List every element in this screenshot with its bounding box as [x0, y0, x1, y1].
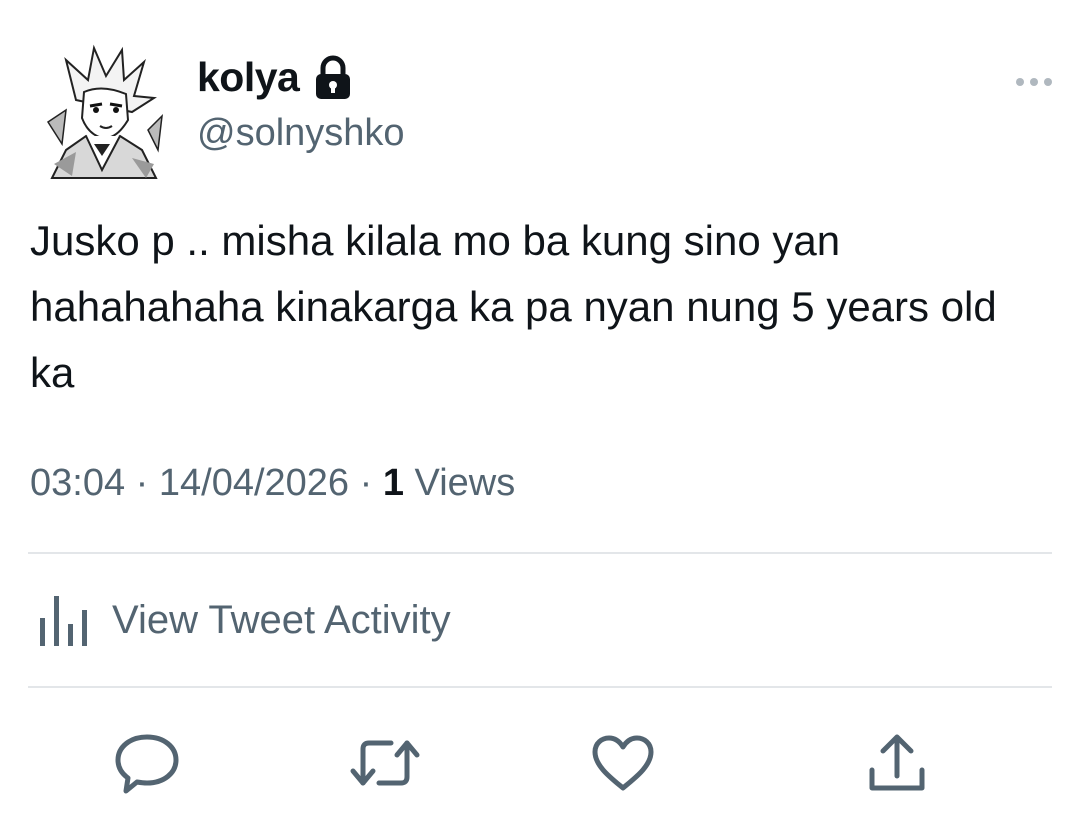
lock-icon: [313, 55, 353, 101]
avatar-illustration: [36, 40, 170, 180]
avatar[interactable]: [36, 40, 170, 180]
views-count: 1: [382, 462, 404, 504]
share-button[interactable]: [864, 730, 930, 796]
tweet-time[interactable]: 03:04: [30, 462, 125, 505]
bar-chart-icon: [36, 590, 92, 650]
meta-separator: ·: [135, 462, 149, 504]
user-handle[interactable]: @solnyshko: [197, 112, 405, 155]
divider: [28, 552, 1052, 554]
share-icon: [866, 732, 928, 794]
reply-button[interactable]: [114, 730, 180, 796]
view-tweet-activity-label: View Tweet Activity: [112, 597, 451, 642]
like-button[interactable]: [590, 730, 656, 796]
tweet-meta: 03:04 · 14/04/2026 · 1 Views: [30, 462, 515, 505]
display-name[interactable]: kolya: [197, 54, 300, 101]
meta-separator: ·: [359, 462, 373, 504]
reply-icon: [114, 731, 180, 795]
view-tweet-activity-button[interactable]: View Tweet Activity: [36, 590, 451, 650]
views-space: [404, 462, 415, 505]
views-label: Views: [414, 462, 516, 504]
heart-icon: [591, 734, 655, 792]
retweet-button[interactable]: [349, 730, 421, 796]
user-name-row[interactable]: kolya: [197, 54, 353, 101]
tweet-date[interactable]: 14/04/2026: [159, 462, 349, 505]
tweet-text: Jusko p .. misha kilala mo ba kung sino …: [30, 217, 997, 396]
more-options-icon[interactable]: [1014, 70, 1054, 94]
divider: [28, 686, 1052, 688]
retweet-icon: [349, 733, 421, 793]
